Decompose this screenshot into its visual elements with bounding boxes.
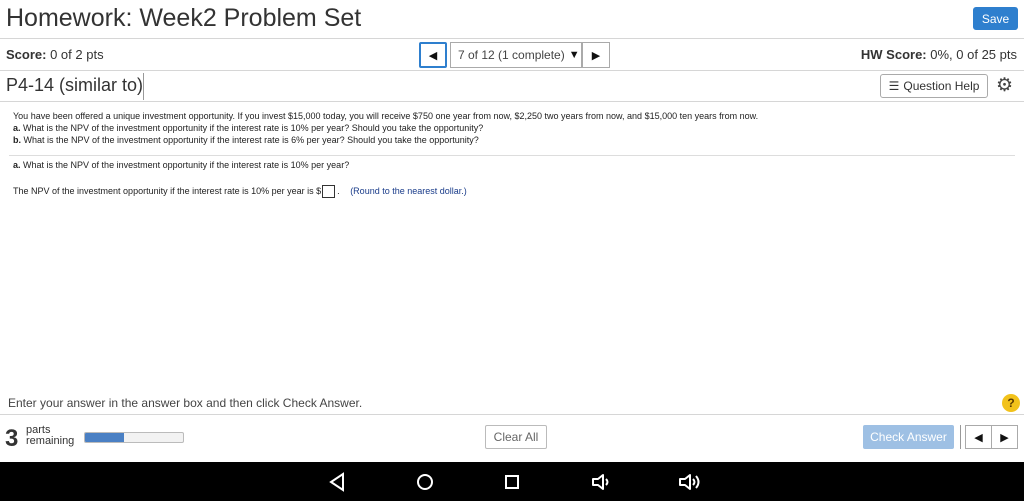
score-label: Score: [6,47,47,62]
part-a-label: a. [13,123,21,133]
problem-id: P4-14 (similar to) [6,75,144,95]
question-part-b: b. What is the NPV of the investment opp… [13,135,479,145]
next-arrow-icon: ▶ [1000,431,1009,444]
check-answer-button[interactable]: Check Answer [863,425,954,449]
answer-input[interactable] [322,185,336,198]
next-part-button[interactable]: ▶ [991,425,1018,449]
list-icon: ☰ [888,79,900,93]
current-part-text: What is the NPV of the investment opport… [23,160,350,170]
parts-label-2: remaining [26,435,75,447]
score-value: 0 of 2 pts [50,47,104,62]
answer-line: The NPV of the investment opportunity if… [13,185,467,198]
divider [9,155,1015,156]
parts-remaining-label: parts remaining [26,425,74,447]
question-part-a: a. What is the NPV of the investment opp… [13,123,483,133]
question-help-button[interactable]: ☰ Question Help [880,74,988,98]
parts-count: 3 [5,425,19,452]
volume-up-icon[interactable] [677,472,701,492]
current-part: a. What is the NPV of the investment opp… [13,160,349,170]
divider [960,425,961,449]
dropdown-caret-icon: ▼ [568,49,580,61]
part-b-label: b. [13,135,21,145]
parts-progress-bar [84,432,184,443]
next-question-button[interactable]: ▶ [582,42,610,68]
hw-score: HW Score: 0%, 0 of 25 pts [861,47,1017,62]
rounding-hint: (Round to the nearest dollar.) [350,185,467,196]
progress-fill [85,433,125,442]
hw-score-value: 0%, 0 of 25 pts [930,47,1017,62]
nav-recents-icon[interactable] [503,472,521,492]
answer-prompt: The NPV of the investment opportunity if… [13,185,322,196]
part-b-text: What is the NPV of the investment opport… [23,135,479,145]
previous-question-button[interactable]: ◀ [419,42,447,68]
answer-suffix: . [337,185,340,196]
page-title: Homework: Week2 Problem Set [6,4,362,32]
save-button[interactable]: Save [973,7,1018,30]
question-help-label: Question Help [903,79,980,93]
question-selector[interactable]: 7 of 12 (1 complete) ▼ [450,42,582,68]
part-a-text: What is the NPV of the investment opport… [23,123,484,133]
prev-arrow-icon: ◀ [428,49,438,62]
previous-part-button[interactable]: ◀ [965,425,992,449]
instruction-text: Enter your answer in the answer box and … [8,396,363,410]
current-part-label: a. [13,160,21,170]
gear-icon[interactable]: ⚙ [996,74,1013,97]
volume-down-icon[interactable] [590,472,612,492]
score: Score: 0 of 2 pts [6,47,104,62]
question-intro: You have been offered a unique investmen… [13,111,759,121]
divider [0,101,1024,102]
nav-back-icon[interactable] [328,472,346,492]
clear-all-button[interactable]: Clear All [485,425,547,449]
next-arrow-icon: ▶ [591,49,601,62]
nav-home-icon[interactable] [415,472,435,492]
divider [0,70,1024,71]
divider [0,414,1024,415]
prev-arrow-icon: ◀ [974,431,983,444]
hw-score-label: HW Score: [860,47,927,62]
divider [143,73,144,100]
help-icon[interactable]: ? [1002,394,1020,412]
divider [0,38,1024,39]
question-selector-label: 7 of 12 (1 complete) [458,48,565,62]
